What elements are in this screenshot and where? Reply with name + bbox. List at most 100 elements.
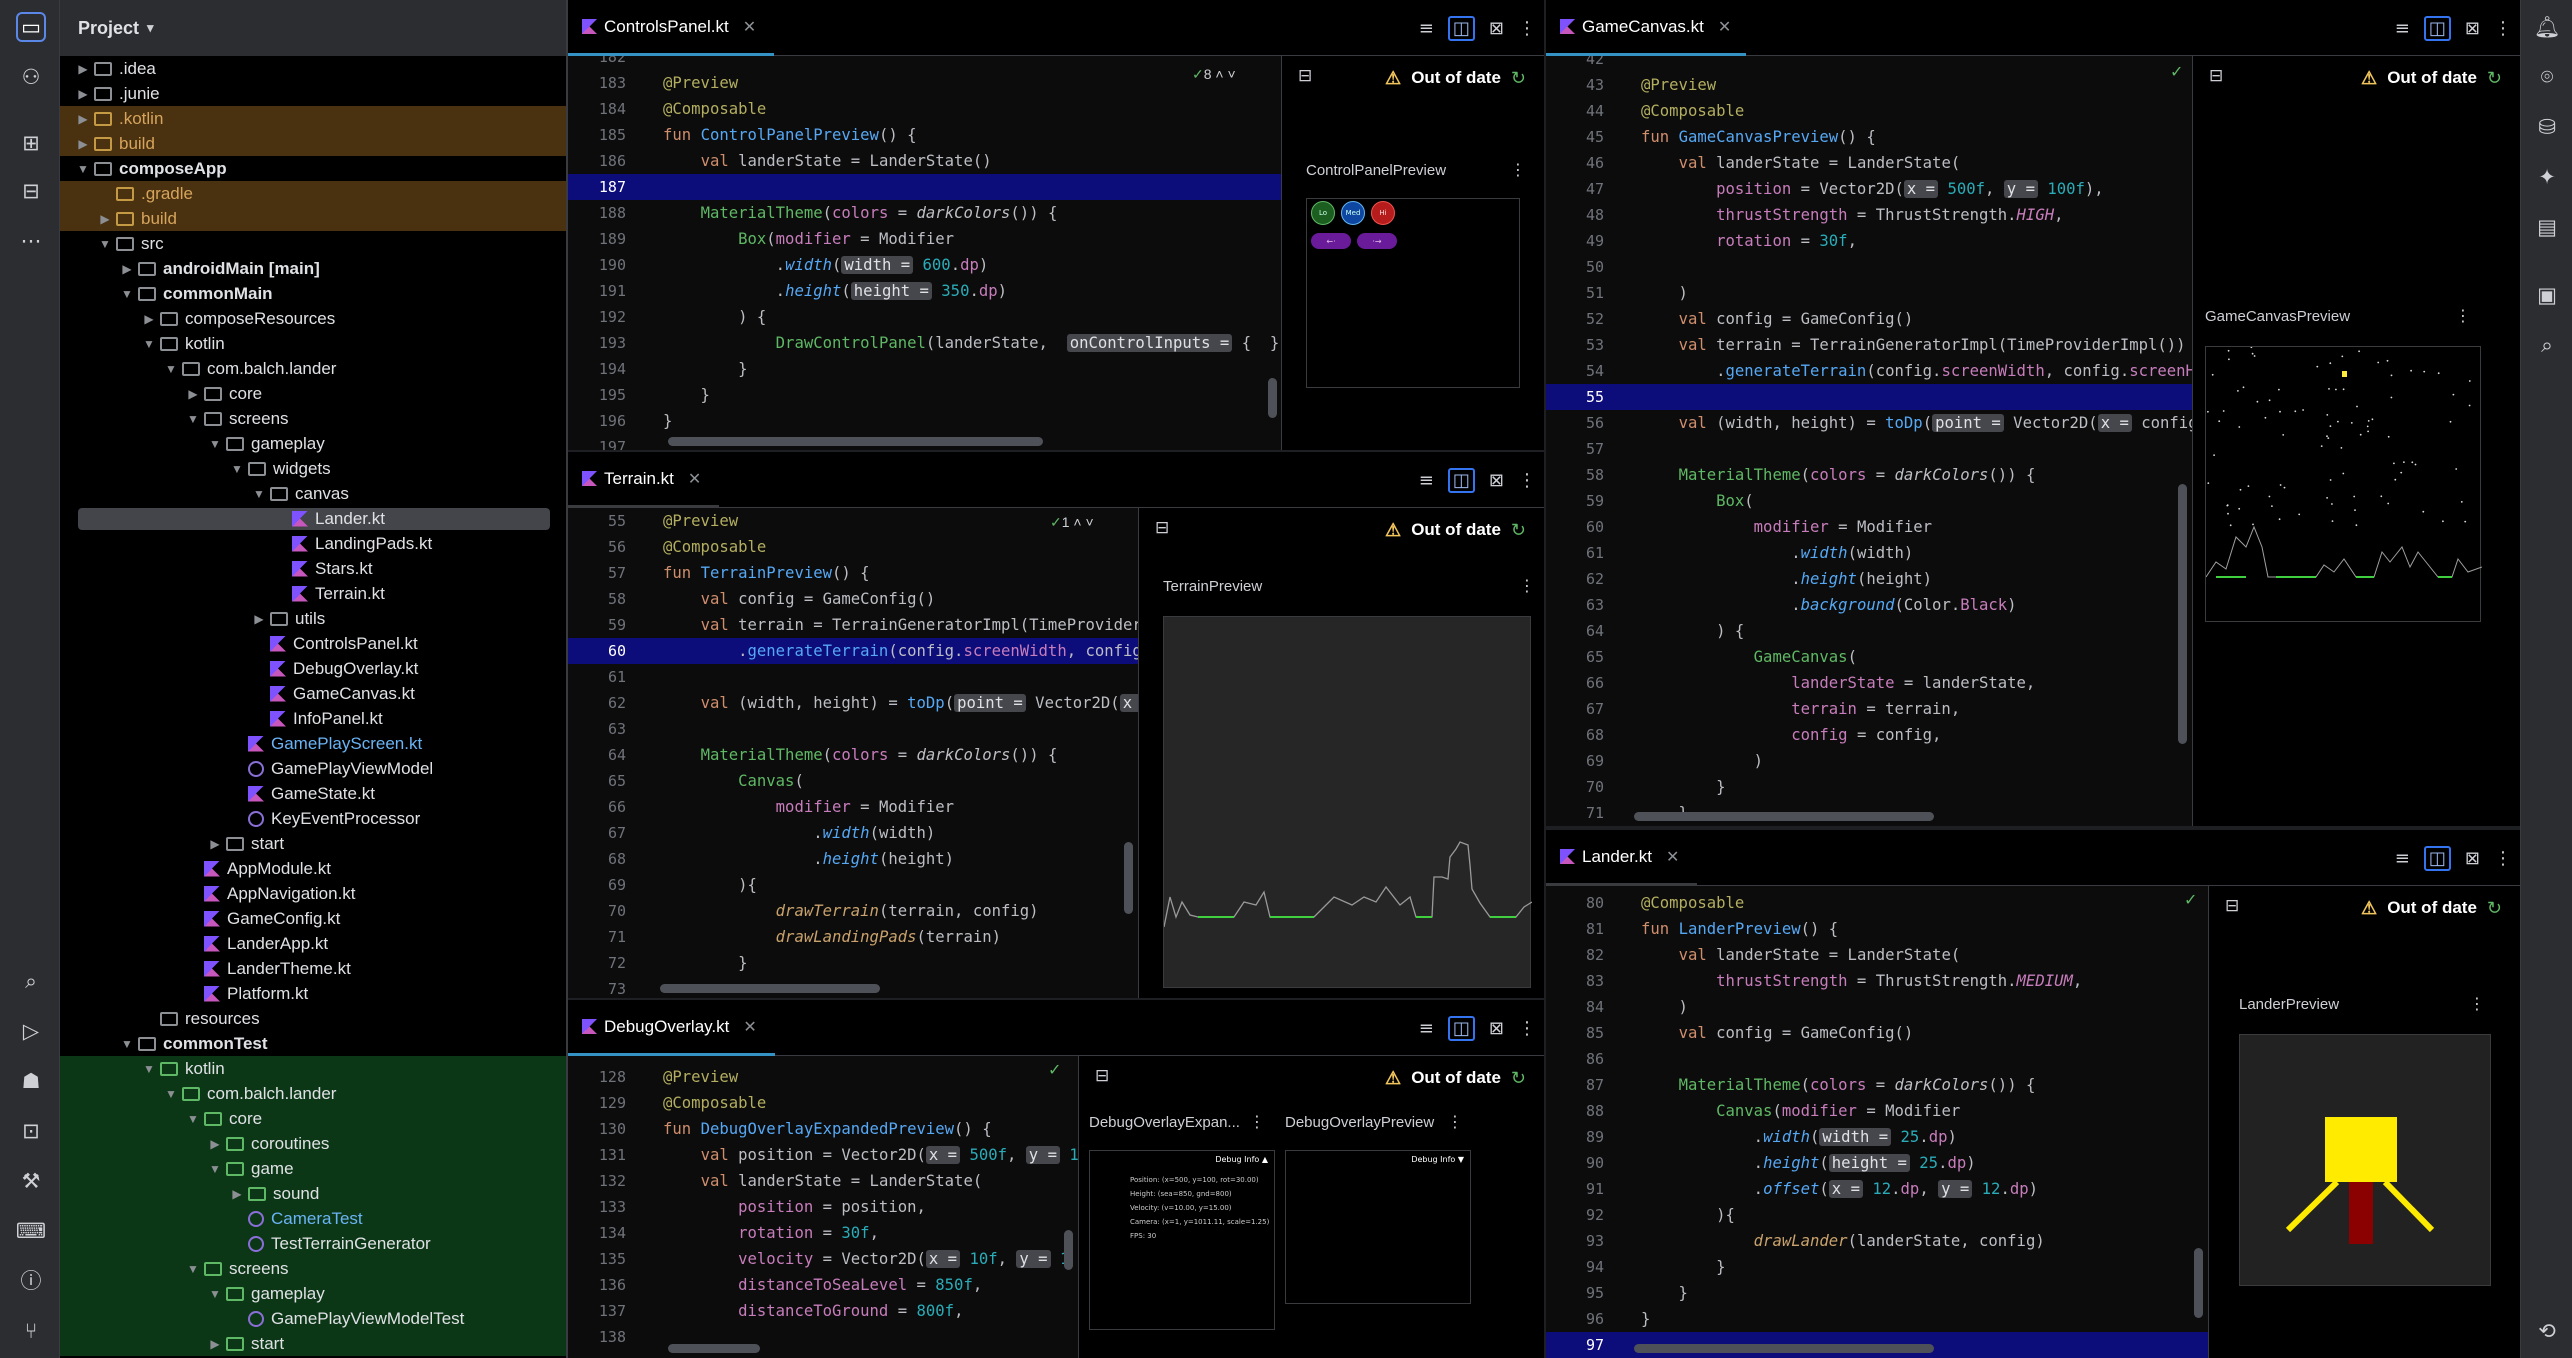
chevron-right-icon[interactable]: ▶	[72, 87, 94, 101]
code-line[interactable]: 89 .width(width = 25.dp)	[1546, 1124, 2208, 1150]
code-line[interactable]: 55	[1546, 384, 2192, 410]
git-icon[interactable]: ⑂	[16, 1316, 46, 1346]
code-line[interactable]: 191 .height(height = 350.dp)	[568, 278, 1281, 304]
code-line[interactable]: 58 val config = GameConfig()	[568, 586, 1138, 612]
code-line[interactable]: 95 }	[1546, 1280, 2208, 1306]
tree-item[interactable]: GameConfig.kt	[60, 906, 566, 931]
terminal-icon[interactable]: ⌨	[16, 1216, 46, 1246]
chevron-down-icon[interactable]: ▼	[138, 337, 160, 351]
tab-controls-panel[interactable]: ControlsPanel.kt ✕	[568, 0, 775, 56]
run-icon[interactable]: ▷	[16, 1016, 46, 1046]
commit-icon[interactable]: ⚇	[16, 62, 46, 92]
tree-item[interactable]: ▶ build	[60, 206, 566, 231]
tree-item[interactable]: GamePlayViewModelTest	[60, 1306, 566, 1331]
code-line[interactable]: 56 val (width, height) = toDp(point = Ve…	[1546, 410, 2192, 436]
inspection-widget[interactable]: ✓8 ˄ ˅	[1192, 66, 1236, 83]
preview-more-icon[interactable]: ⋮	[2469, 994, 2485, 1013]
code-line[interactable]: 138	[568, 1324, 1078, 1350]
refresh-icon[interactable]: ↻	[2487, 68, 2502, 89]
tab-terrain[interactable]: Terrain.kt ✕	[568, 452, 720, 508]
code-line[interactable]: 194 }	[568, 356, 1281, 382]
tree-item[interactable]: ▼ commonMain	[60, 281, 566, 306]
code-line[interactable]: 93 drawLander(landerState, config)	[1546, 1228, 2208, 1254]
code-line[interactable]: 63 .background(Color.Black)	[1546, 592, 2192, 618]
refresh-icon[interactable]: ↻	[2487, 898, 2502, 919]
design-view-icon[interactable]: ⊠	[2465, 18, 2480, 39]
tree-item[interactable]: AppNavigation.kt	[60, 881, 566, 906]
chevron-down-icon[interactable]: ▼	[160, 1087, 182, 1101]
chevron-right-icon[interactable]: ▶	[94, 212, 116, 226]
tree-item[interactable]: Lander.kt	[60, 506, 566, 531]
design-view-icon[interactable]: ⊠	[2465, 848, 2480, 869]
database-icon[interactable]: ⛁	[2532, 112, 2562, 142]
code-line[interactable]: 61 .width(width)	[1546, 540, 2192, 566]
design-view-icon[interactable]: ⊠	[1489, 470, 1504, 491]
tree-item[interactable]: resources	[60, 1006, 566, 1031]
tree-item[interactable]: ▶ androidMain [main]	[60, 256, 566, 281]
chevron-down-icon[interactable]: ▼	[226, 462, 248, 476]
code-line[interactable]: 188 MaterialTheme(colors = darkColors())…	[568, 200, 1281, 226]
horizontal-scrollbar[interactable]	[1634, 1344, 1934, 1353]
preview-more-icon[interactable]: ⋮	[2455, 306, 2471, 325]
tree-item[interactable]: ▶ utils	[60, 606, 566, 631]
horizontal-scrollbar[interactable]	[660, 984, 880, 993]
code-line[interactable]: 132 val landerState = LanderState(	[568, 1168, 1078, 1194]
refresh-icon[interactable]: ↻	[1511, 1068, 1526, 1089]
code-line[interactable]: 127	[568, 1056, 1078, 1064]
code-line[interactable]: 68 .height(height)	[568, 846, 1138, 872]
code-line[interactable]: 62 val (width, height) = toDp(point = Ve…	[568, 690, 1138, 716]
chevron-down-icon[interactable]: ▼	[182, 412, 204, 426]
design-view-icon[interactable]: ⊠	[1489, 1018, 1504, 1039]
design-view-icon[interactable]: ⊠	[1489, 18, 1504, 39]
tree-item[interactable]: ▼ screens	[60, 406, 566, 431]
chevron-right-icon[interactable]: ▶	[116, 262, 138, 276]
tree-item[interactable]: InfoPanel.kt	[60, 706, 566, 731]
code-view-icon[interactable]: ≡	[1419, 1018, 1434, 1039]
code-line[interactable]: 53 val terrain = TerrainGeneratorImpl(Ti…	[1546, 332, 2192, 358]
code-line[interactable]: 80 @Composable	[1546, 890, 2208, 916]
code-line[interactable]: 135 velocity = Vector2D(x = 10f, y = 1	[568, 1246, 1078, 1272]
tree-item[interactable]: .gradle	[60, 181, 566, 206]
tree-item[interactable]: TestTerrainGenerator	[60, 1231, 566, 1256]
vertical-scrollbar[interactable]	[2194, 1248, 2203, 1318]
code-line[interactable]: 92 ){	[1546, 1202, 2208, 1228]
layout-inspector-icon[interactable]: ⌕	[2532, 330, 2562, 360]
tree-item[interactable]: ▼ kotlin	[60, 1056, 566, 1081]
gradle-icon[interactable]: ⌾	[2532, 62, 2562, 92]
chevron-down-icon[interactable]: ▼	[182, 1262, 204, 1276]
project-panel-header[interactable]: Project ▾	[60, 0, 566, 56]
chevron-down-icon[interactable]: ▼	[138, 1062, 160, 1076]
project-tool-icon[interactable]: ▭	[16, 12, 46, 42]
chevron-right-icon[interactable]: ▶	[72, 137, 94, 151]
code-line[interactable]: 65 Canvas(	[568, 768, 1138, 794]
vertical-scrollbar[interactable]	[1064, 1230, 1073, 1270]
tree-item[interactable]: ▶ core	[60, 381, 566, 406]
code-editor[interactable]: 42 43 @Preview 44 @Composable 45 fun GameCanva…	[1546, 56, 2192, 826]
tree-item[interactable]: ▼ core	[60, 1106, 566, 1131]
code-line[interactable]: 71 drawLandingPads(terrain)	[568, 924, 1138, 950]
code-line[interactable]: 134 rotation = 30f,	[568, 1220, 1078, 1246]
code-line[interactable]: 57	[1546, 436, 2192, 462]
code-line[interactable]: 184 @Composable	[568, 96, 1281, 122]
code-line[interactable]: 63	[568, 716, 1138, 742]
tree-item[interactable]: ▼ composeApp	[60, 156, 566, 181]
code-editor[interactable]: 80 @Composable 81 fun LanderPreview() {82 v…	[1546, 886, 2208, 1358]
code-line[interactable]: 183 @Preview	[568, 70, 1281, 96]
gemini-icon[interactable]: ✦	[2532, 162, 2562, 192]
more-icon[interactable]: ⋮	[2494, 18, 2512, 39]
chevron-down-icon[interactable]: ▼	[204, 1287, 226, 1301]
code-line[interactable]: 67 terrain = terrain,	[1546, 696, 2192, 722]
split-view-icon[interactable]: ◫	[1447, 1015, 1475, 1041]
code-line[interactable]: 42	[1546, 56, 2192, 72]
split-view-icon[interactable]: ◫	[2423, 15, 2451, 41]
preview-more-icon[interactable]: ⋮	[1510, 160, 1526, 179]
code-line[interactable]: 185 fun ControlPanelPreview() {	[568, 122, 1281, 148]
code-line[interactable]: 133 position = position,	[568, 1194, 1078, 1220]
code-line[interactable]: 51 )	[1546, 280, 2192, 306]
code-line[interactable]: 57 fun TerrainPreview() {	[568, 560, 1138, 586]
refresh-icon[interactable]: ↻	[1511, 68, 1526, 89]
code-line[interactable]: 67 .width(width)	[568, 820, 1138, 846]
chevron-down-icon[interactable]: ▼	[94, 237, 116, 251]
problems-icon[interactable]: ⓘ	[16, 1266, 46, 1296]
tree-item[interactable]: ▶ start	[60, 1331, 566, 1356]
